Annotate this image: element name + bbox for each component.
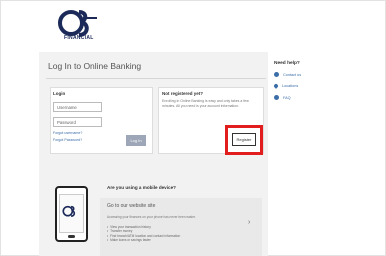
help-contact-label: Contact us xyxy=(283,72,302,77)
phone-brand-logo xyxy=(62,205,76,217)
mobile-site-title[interactable]: Go to our website site xyxy=(107,203,155,209)
register-button[interactable]: Register xyxy=(232,133,256,146)
register-description: Enrolling in Online Banking is easy and … xyxy=(162,99,249,108)
help-heading: Need help? xyxy=(274,61,300,66)
phone-home-button xyxy=(68,235,75,238)
username-input[interactable]: Username xyxy=(53,102,102,112)
faq-icon xyxy=(274,95,279,100)
mobile-site-description: Accessing your finances on your phone ha… xyxy=(107,215,196,219)
login-button[interactable]: Log In xyxy=(126,135,146,146)
help-contact-link[interactable]: Contact us xyxy=(274,72,301,77)
help-locations-link[interactable]: Locations xyxy=(273,83,299,89)
mobile-feature-list: View your transaction history Transfer m… xyxy=(107,225,180,243)
logo-wordmark: FINANCIAL xyxy=(64,35,94,41)
page-title: Log In to Online Banking xyxy=(48,61,142,71)
location-pin-icon xyxy=(273,83,279,89)
contact-icon xyxy=(274,72,279,77)
register-heading: Not registered yet? xyxy=(162,91,204,96)
help-locations-label: Locations xyxy=(282,84,299,88)
mobile-feature-item: Make loans or savings faster xyxy=(107,238,180,242)
login-heading: Login xyxy=(53,91,66,96)
title-divider xyxy=(46,78,266,79)
mobile-question: Are you using a mobile device? xyxy=(107,185,176,190)
chevron-right-icon[interactable]: › xyxy=(248,219,250,226)
help-faq-link[interactable]: FAQ xyxy=(274,95,291,100)
password-input[interactable]: Password xyxy=(53,117,102,127)
forgot-username-link[interactable]: Forgot username? xyxy=(53,131,82,135)
forgot-password-link[interactable]: Forgot Password? xyxy=(53,138,82,142)
help-faq-label: FAQ xyxy=(283,95,291,100)
